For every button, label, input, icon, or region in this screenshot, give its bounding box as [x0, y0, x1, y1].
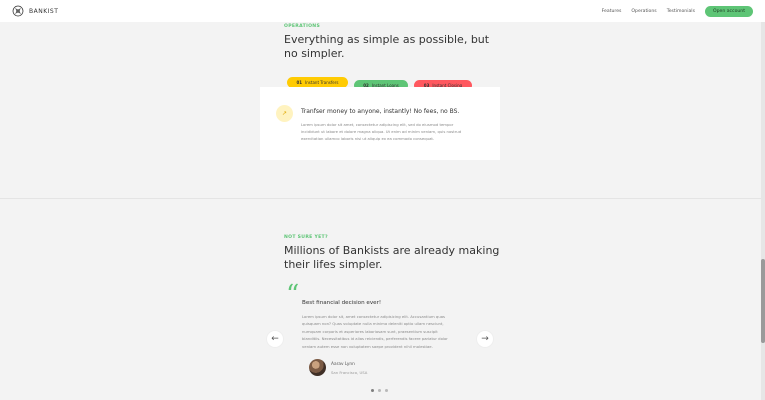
operations-card-text-line: Lorem ipsum dolor sit amet, consectetur …	[301, 122, 454, 127]
testimonial-text-line: blanditiis. Necessitatibus id alias reic…	[302, 336, 448, 342]
nav-link-operations[interactable]: Operations	[631, 9, 656, 14]
slider-dot[interactable]	[371, 389, 374, 392]
bankist-logo-icon	[12, 5, 24, 17]
arrow-right-icon: →	[481, 334, 489, 344]
testimonials-headline-line-1: Millions of Bankists are already making	[284, 244, 500, 257]
slider-dot[interactable]	[385, 389, 388, 392]
testimonial-title: Best financial decision ever!	[302, 300, 382, 306]
operations-card-title: Tranfser money to anyone, instantly! No …	[301, 108, 460, 115]
tab-number: 01	[296, 80, 303, 85]
testimonial-text-line: numquam corporis et asperiores laboriosa…	[302, 328, 438, 334]
nav-link-features[interactable]: Features	[602, 9, 622, 14]
testimonials-headline-line-2: their lifes simpler.	[284, 258, 383, 271]
top-navbar: BANKIST Features Operations Testimonials…	[0, 0, 765, 22]
operations-card-text-line: exercitation ullamco laboris nisi ut ali…	[301, 136, 435, 142]
tab-label: Instant Transfers	[305, 80, 339, 85]
transfer-icon: ↗	[276, 105, 293, 122]
testimonial-text-line: Lorem ipsum dolor sit, amet consectetur …	[302, 314, 446, 319]
nav-link-testimonials[interactable]: Testimonials	[667, 9, 695, 14]
slider-dot[interactable]	[378, 389, 381, 392]
operations-content-card: ↗ Tranfser money to anyone, instantly! N…	[260, 87, 500, 160]
nav-links: Features Operations Testimonials Open ac…	[602, 5, 753, 17]
testimonial-text-line: quisquam non? Quas voluptate nulla minim…	[302, 321, 444, 327]
author-location: San Francisco, USA	[331, 370, 368, 375]
avatar	[309, 359, 326, 376]
operations-headline: Everything as simple as possible, but no…	[284, 33, 489, 61]
operations-card-text-line: incididunt ut labore et dolore magna ali…	[301, 129, 462, 135]
testimonial-text-line: veniam autem esse non voluptatem saepe p…	[302, 343, 433, 349]
brand-name: BANKIST	[29, 7, 59, 15]
quote-icon: “	[286, 280, 300, 310]
slider-dots	[371, 389, 388, 392]
operations-eyebrow: OPERATIONS	[284, 24, 321, 29]
open-account-button[interactable]: Open account	[704, 5, 753, 17]
testimonials-section	[0, 199, 765, 400]
author-name: Aarav Lynn	[331, 362, 355, 367]
testimonials-headline: Millions of Bankists are already making …	[284, 244, 499, 272]
vertical-scrollbar-thumb[interactable]	[761, 259, 765, 343]
operations-headline-line-2: no simpler.	[284, 47, 345, 60]
testimonials-eyebrow: NOT SURE YET?	[284, 235, 328, 240]
operations-headline-line-1: Everything as simple as possible, but	[284, 33, 490, 46]
testimonial-text: Lorem ipsum dolor sit, amet consectetur …	[302, 313, 474, 350]
slider-prev-button[interactable]: ←	[267, 331, 283, 347]
arrow-left-icon: ←	[271, 334, 279, 344]
slider-next-button[interactable]: →	[477, 331, 493, 347]
operations-card-text: Lorem ipsum dolor sit amet, consectetur …	[301, 121, 487, 143]
brand-logo[interactable]: BANKIST	[12, 5, 58, 17]
